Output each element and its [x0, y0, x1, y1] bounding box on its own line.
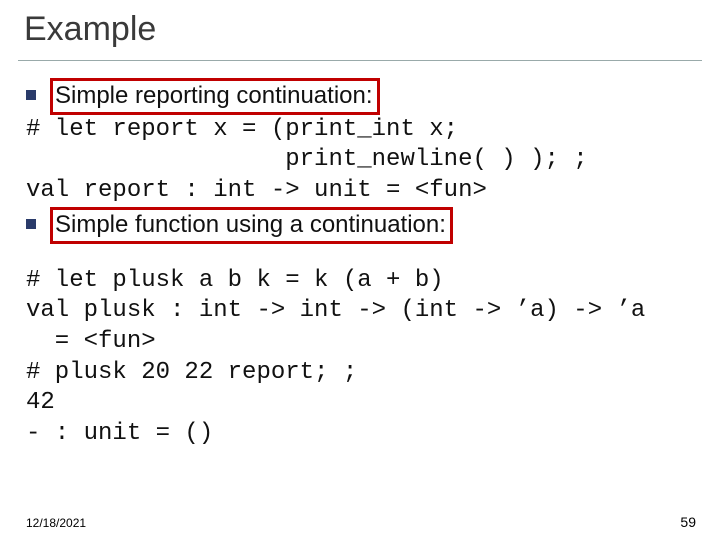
slide-body: Simple reporting continuation: # let rep… — [26, 78, 694, 450]
title-divider — [18, 60, 702, 61]
code-line-7: # plusk 20 22 report; ; — [26, 358, 694, 389]
code-line-6: = <fun> — [26, 327, 694, 358]
code-line-5: val plusk : int -> int -> (int -> ’a) ->… — [26, 296, 694, 327]
bullet-2: Simple function using a continuation: — [26, 207, 694, 244]
slide-title: Example — [24, 10, 156, 49]
code-line-9: - : unit = () — [26, 419, 694, 450]
code-line-2: print_newline( ) ); ; — [26, 145, 694, 176]
code-line-3: val report : int -> unit = <fun> — [26, 176, 694, 207]
bullet-square-icon — [26, 90, 36, 100]
code-line-8: 42 — [26, 388, 694, 419]
code-line-1: # let report x = (print_int x; — [26, 115, 694, 146]
code-line-4: # let plusk a b k = k (a + b) — [26, 266, 694, 297]
bullet-square-icon — [26, 219, 36, 229]
spacer — [26, 244, 694, 266]
footer-date: 12/18/2021 — [26, 516, 86, 530]
bullet-1: Simple reporting continuation: — [26, 78, 694, 115]
page-number: 59 — [680, 514, 696, 530]
slide: Example Simple reporting continuation: #… — [0, 0, 720, 540]
bullet-2-text: Simple function using a continuation: — [50, 207, 453, 244]
bullet-1-text: Simple reporting continuation: — [50, 78, 380, 115]
